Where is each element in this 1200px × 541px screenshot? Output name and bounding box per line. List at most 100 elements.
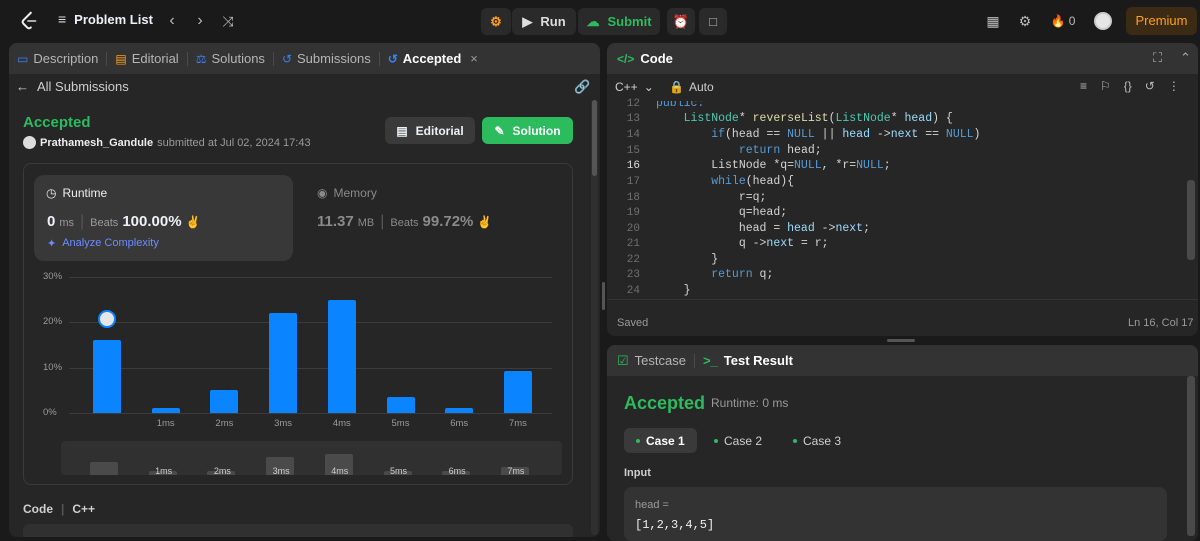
- bar[interactable]: [327, 299, 356, 413]
- case-2-tab[interactable]: Case 2: [702, 428, 774, 453]
- debug-button[interactable]: ⚙: [481, 8, 511, 35]
- case-1-tab[interactable]: Case 1: [624, 428, 697, 453]
- runtime-unit: ms: [59, 217, 75, 229]
- y-tick-label: 0%: [43, 407, 57, 418]
- save-status: Saved: [617, 317, 649, 329]
- scrollbar-thumb[interactable]: [592, 100, 597, 176]
- close-icon[interactable]: ×: [470, 51, 478, 66]
- scrollbar-thumb[interactable]: [1187, 376, 1195, 536]
- tab-test-result[interactable]: >_ Test Result: [703, 353, 793, 368]
- chevron-up-icon[interactable]: ⌃: [1180, 50, 1191, 66]
- param-name: head =: [635, 499, 669, 511]
- bar[interactable]: [386, 397, 415, 413]
- bar[interactable]: [445, 408, 474, 413]
- divider: [607, 299, 1198, 300]
- maximize-icon[interactable]: ⛶: [1153, 50, 1162, 66]
- line-number: 22: [626, 254, 640, 266]
- input-box: [624, 487, 1167, 541]
- notes-button[interactable]: □: [699, 8, 727, 35]
- memory-stats: 11.37 MB | Beats 99.72% ✌: [317, 213, 492, 231]
- bookmark-icon[interactable]: ⚐: [1100, 79, 1111, 93]
- y-tick-label: 20%: [43, 316, 63, 328]
- resize-handle[interactable]: [602, 282, 605, 310]
- reset-icon[interactable]: ↺: [1145, 79, 1155, 93]
- tab-editorial[interactable]: ▤ Editorial: [107, 51, 186, 66]
- scrollbar[interactable]: [591, 100, 598, 535]
- gear-icon[interactable]: ⚙: [1012, 9, 1038, 33]
- case-label: Case 1: [646, 433, 685, 448]
- bar[interactable]: [151, 408, 180, 413]
- line-number: 12: [626, 98, 640, 110]
- streak-counter[interactable]: 🔥 0: [1046, 9, 1080, 33]
- premium-button[interactable]: Premium: [1126, 7, 1197, 35]
- runtime-stats: 0 ms | Beats 100.00% ✌: [47, 213, 200, 231]
- case-3-tab[interactable]: Case 3: [781, 428, 853, 453]
- cloud-upload-icon: ☁: [586, 13, 600, 29]
- flame-icon: 🔥: [1050, 14, 1066, 28]
- x-tick-label: 2ms: [215, 418, 234, 429]
- resize-handle[interactable]: [887, 339, 915, 342]
- book-icon: ▤: [396, 123, 408, 138]
- bar[interactable]: [269, 313, 298, 413]
- next-problem-icon[interactable]: ›: [190, 11, 210, 31]
- line-number: 15: [626, 145, 640, 157]
- x-tick-label: 5ms: [391, 418, 410, 429]
- format-icon[interactable]: ≡: [1080, 79, 1087, 93]
- bar[interactable]: [503, 371, 532, 413]
- submit-button[interactable]: ☁ Submit: [578, 8, 660, 35]
- tab-testcase[interactable]: ☑ Testcase: [617, 353, 686, 369]
- auto-mode[interactable]: 🔒 Auto: [669, 80, 714, 94]
- bar[interactable]: [93, 340, 121, 413]
- line-number: 20: [626, 223, 640, 235]
- editorial-label: Editorial: [415, 123, 464, 138]
- tab-label: Solutions: [211, 51, 265, 66]
- chart-range-selector[interactable]: [61, 441, 562, 475]
- cursor-position: Ln 16, Col 17: [1128, 317, 1194, 329]
- line-number: 16: [626, 160, 640, 172]
- memory-unit: MB: [357, 217, 375, 229]
- prev-problem-icon[interactable]: ‹: [162, 11, 182, 31]
- test-tabbar: ☑ Testcase >_ Test Result: [607, 345, 1198, 376]
- input-label: Input: [624, 467, 651, 479]
- language-select[interactable]: C++ ⌄: [615, 80, 654, 94]
- braces-icon[interactable]: {}: [1124, 79, 1132, 93]
- shuffle-icon[interactable]: ⤨: [218, 11, 238, 31]
- arrow-left-icon: ←: [16, 79, 29, 94]
- link-icon[interactable]: 🔗: [574, 79, 590, 95]
- tab-solutions[interactable]: ⚖ Solutions: [188, 51, 273, 66]
- memory-heading[interactable]: ◉ Memory: [317, 186, 377, 200]
- scrollbar-thumb[interactable]: [1187, 180, 1195, 260]
- result-runtime: Runtime: 0 ms: [711, 396, 789, 410]
- book-icon: ▤: [115, 51, 127, 66]
- analyze-complexity-link[interactable]: ✦ Analyze Complexity: [47, 237, 159, 250]
- clock-icon: ◷: [46, 186, 57, 200]
- code-line: }: [656, 253, 719, 266]
- status-dot: [714, 438, 718, 443]
- tab-accepted[interactable]: ↺ Accepted ×: [380, 51, 486, 66]
- avatar: [23, 136, 36, 149]
- edit-icon: ✎: [494, 123, 505, 138]
- alarm-icon: ⏰: [672, 13, 690, 29]
- param-value: [1,2,3,4,5]: [635, 518, 715, 532]
- tab-description[interactable]: ▭ Description: [9, 51, 106, 66]
- submission-meta: Prathamesh_Gandule submitted at Jul 02, …: [23, 136, 311, 149]
- back-link[interactable]: ← All Submissions: [16, 79, 129, 94]
- tab-submissions[interactable]: ↺ Submissions: [274, 51, 379, 66]
- editorial-button[interactable]: ▤ Editorial: [385, 117, 475, 144]
- tab-label: Testcase: [634, 353, 686, 368]
- x-tick-label: 6ms: [450, 418, 469, 429]
- run-button[interactable]: ▶ Run: [512, 8, 576, 35]
- code-language-heading: Code | C++: [23, 502, 95, 516]
- bar[interactable]: [210, 390, 239, 413]
- solution-button[interactable]: ✎ Solution: [482, 117, 573, 144]
- divider: |: [80, 213, 85, 230]
- code-icon: </>: [617, 51, 635, 66]
- username[interactable]: Prathamesh_Gandule: [40, 137, 153, 149]
- layout-icon[interactable]: ▦: [980, 9, 1006, 33]
- bug-icon: ⚙: [490, 13, 502, 29]
- avatar[interactable]: [1094, 12, 1112, 30]
- timer-button[interactable]: ⏰: [667, 8, 695, 35]
- problem-list-button[interactable]: ≡ Problem List: [58, 11, 153, 27]
- leetcode-logo[interactable]: [18, 10, 40, 32]
- more-icon[interactable]: ⋮: [1168, 79, 1180, 93]
